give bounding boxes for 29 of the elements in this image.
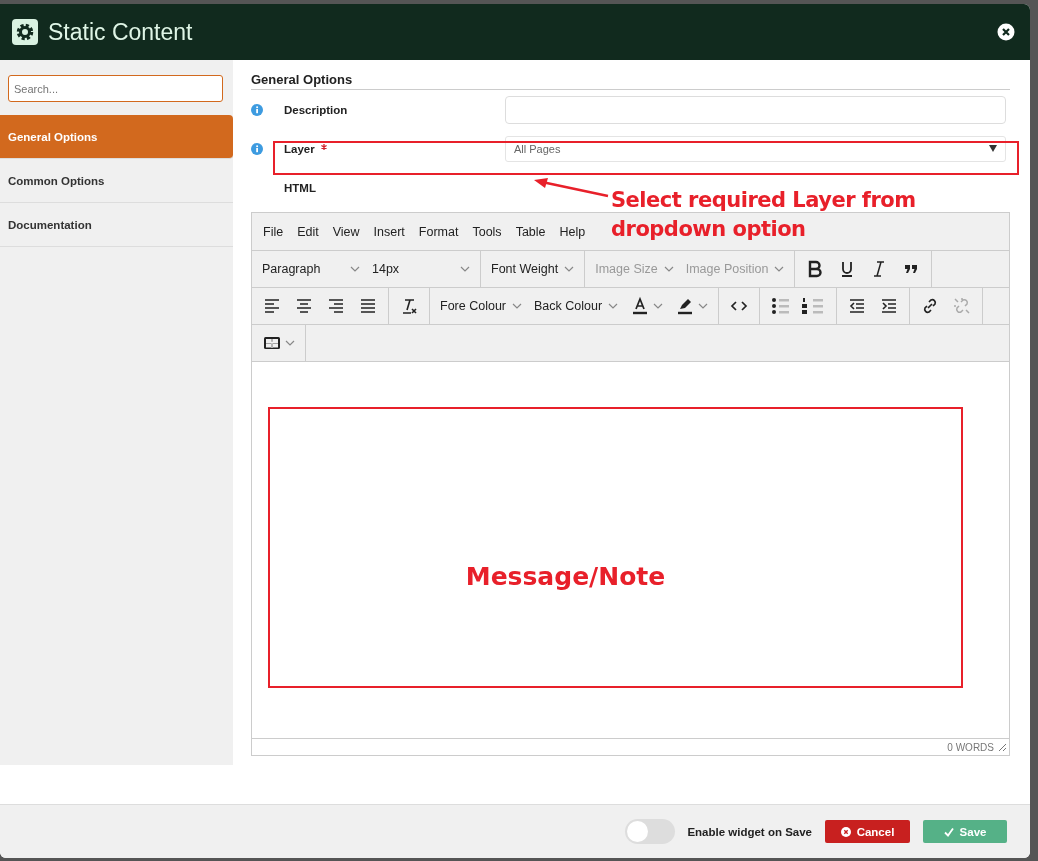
menu-item[interactable]: Tools (465, 224, 509, 239)
field-label: Layer (284, 142, 315, 155)
format-dropdown[interactable]: Paragraph (256, 262, 366, 276)
menu-item[interactable]: File (256, 224, 291, 239)
dialog-title: Static Content (48, 18, 194, 46)
annotation-text: dropdown option (611, 216, 807, 243)
menu-item[interactable]: Format (411, 224, 466, 239)
menu-item[interactable]: View (325, 224, 367, 239)
cancel-button[interactable]: Cancel (825, 820, 910, 843)
sidebar-item[interactable]: Common Options (0, 159, 233, 203)
menu-item[interactable]: Edit (290, 224, 326, 239)
format-dropdown[interactable]: Font Weight (485, 262, 581, 276)
format-dropdown[interactable]: 14px (366, 262, 476, 276)
annotation-note: Message/Note (465, 562, 666, 591)
menu-item[interactable]: Table (508, 224, 553, 239)
annotation-text: Select required Layer from (611, 187, 916, 214)
menu-item[interactable]: Help (552, 224, 593, 239)
field-label: Description (284, 103, 348, 116)
word-count: 0 WORDS (947, 741, 994, 753)
field-label: HTML (284, 181, 316, 194)
search-field[interactable]: Search... (8, 75, 223, 102)
sidebar-item[interactable]: Documentation (0, 203, 233, 247)
format-dropdown[interactable]: Fore Colour (434, 299, 528, 313)
section-title: General Options (251, 72, 1010, 90)
sidebar-item[interactable]: General Options (0, 115, 233, 159)
toggle-label: Enable widget on Save (687, 825, 812, 838)
format-dropdown[interactable]: Back Colour (528, 299, 625, 313)
menu-item[interactable]: Insert (366, 224, 412, 239)
layer-dropdown[interactable]: All Pages (505, 135, 1006, 162)
